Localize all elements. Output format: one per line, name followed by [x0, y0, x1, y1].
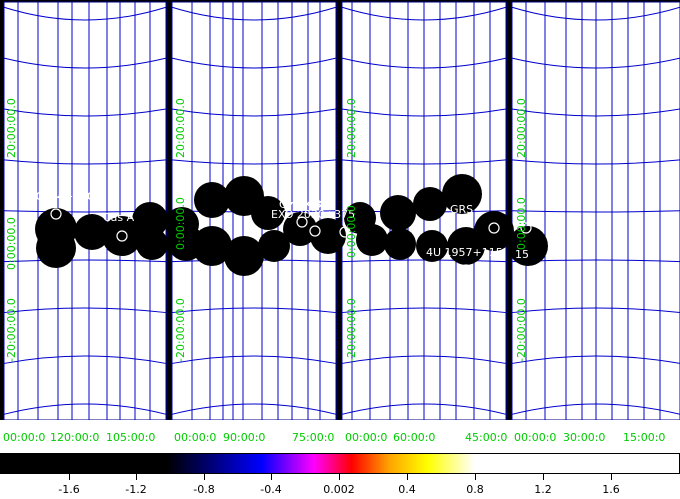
source-label-4u-1957: 4U 1957+115 — [426, 246, 503, 259]
dec-label: -20:00:00.0 — [515, 298, 528, 362]
dec-label: -20:00:00.0 — [174, 298, 187, 362]
ra-label: 15:00:0 — [623, 431, 666, 444]
coverage-blob — [413, 187, 447, 221]
colorbar-tick-label: -0.8 — [193, 483, 215, 496]
ra-label: 90:00:0 — [223, 431, 266, 444]
source-label-0114-650: 0114+650 — [36, 190, 95, 203]
dec-label: 0:00:00.0 — [5, 217, 18, 270]
coverage-blob — [356, 224, 388, 256]
colorbar-tick — [475, 474, 476, 480]
colorbar-tick-label: 0.002 — [323, 483, 355, 496]
colorbar-tick-label: 0.8 — [466, 483, 484, 496]
ra-label: 60:00:0 — [393, 431, 436, 444]
colorbar-tick — [407, 474, 408, 480]
source-label-cas-a: Cas A — [103, 211, 135, 224]
ra-label: 75:00:0 — [292, 431, 335, 444]
colorbar-gradient — [1, 454, 475, 473]
dec-label: 0:00:00.0 — [345, 205, 358, 258]
dec-label: 0:00:00.0 — [174, 197, 187, 250]
ra-label: 120:00:0 — [50, 431, 100, 444]
colorbar-tick-label: -1.6 — [58, 483, 80, 496]
coverage-blob — [380, 195, 416, 231]
ra-label: 105:00:0 — [106, 431, 156, 444]
colorbar-tick — [611, 474, 612, 480]
dec-label: 20:00:00.0 — [174, 98, 187, 158]
colorbar-tick — [204, 474, 205, 480]
dec-label: 20:00:00.0 — [515, 98, 528, 158]
sky-map-viewer: 0114+650 Cas A Cyg X-3 EXO 2030+375 GRS … — [0, 0, 680, 499]
sky-map[interactable] — [0, 0, 680, 452]
ra-label: 00:00:0 — [514, 431, 557, 444]
dec-label: 20:00:00.0 — [345, 98, 358, 158]
source-label-grs: GRS — [450, 203, 474, 216]
source-label-15: 15 — [515, 248, 529, 261]
coverage-blob — [36, 228, 76, 268]
colorbar-tick — [136, 474, 137, 480]
ra-label: 30:00:0 — [563, 431, 606, 444]
dec-label: 0:00:00.0 — [515, 197, 528, 250]
colorbar-tick-label: 1.6 — [602, 483, 620, 496]
colorbar-tick — [271, 474, 272, 480]
coverage-blob — [224, 236, 264, 276]
colorbar-tick-label: 1.2 — [534, 483, 552, 496]
ra-label: 00:00:0 — [345, 431, 388, 444]
colorbar-tick-label: -0.4 — [260, 483, 282, 496]
coverage-blob — [474, 211, 514, 251]
colorbar-tick — [69, 474, 70, 480]
colorbar — [0, 453, 680, 474]
colorbar-tick-label: -1.2 — [125, 483, 147, 496]
colorbar-tick — [339, 474, 340, 480]
dec-label: -20:00:00.0 — [5, 298, 18, 362]
colorbar-tick-label: 0.4 — [398, 483, 416, 496]
ra-label: 00:00:0 — [174, 431, 217, 444]
colorbar-tick — [543, 474, 544, 480]
coverage-blob — [384, 228, 416, 260]
coverage-blob — [136, 228, 168, 260]
dec-label: 20:00:00.0 — [5, 98, 18, 158]
dec-label: -20:00:00.0 — [345, 298, 358, 362]
ra-label: 00:00:0 — [3, 431, 46, 444]
source-label-exo-2030: EXO 2030+375 — [271, 208, 356, 221]
ra-label: 45:00:0 — [465, 431, 508, 444]
